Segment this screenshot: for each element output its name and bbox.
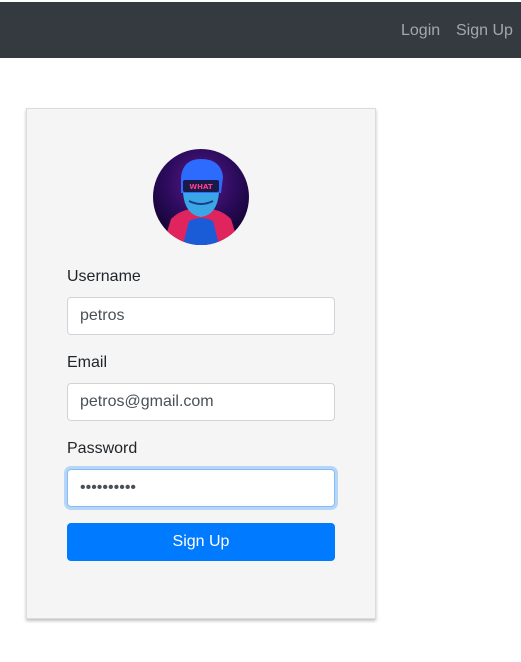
nav-signup-link[interactable]: Sign Up — [456, 21, 513, 41]
signup-card: WHAT Username Email Password Sign Up — [26, 108, 376, 619]
avatar-visor-text: WHAT — [189, 183, 212, 191]
email-label: Email — [67, 354, 108, 371]
signup-submit-button[interactable]: Sign Up — [67, 523, 335, 561]
password-field[interactable] — [67, 469, 335, 507]
avatar-image: WHAT — [153, 149, 249, 245]
password-label: Password — [67, 440, 138, 457]
nav-login-link[interactable]: Login — [401, 21, 440, 41]
avatar: WHAT — [153, 149, 249, 245]
username-label: Username — [67, 268, 141, 285]
email-field[interactable] — [67, 383, 335, 421]
top-navbar: Login Sign Up — [0, 2, 521, 58]
username-field[interactable] — [67, 297, 335, 335]
